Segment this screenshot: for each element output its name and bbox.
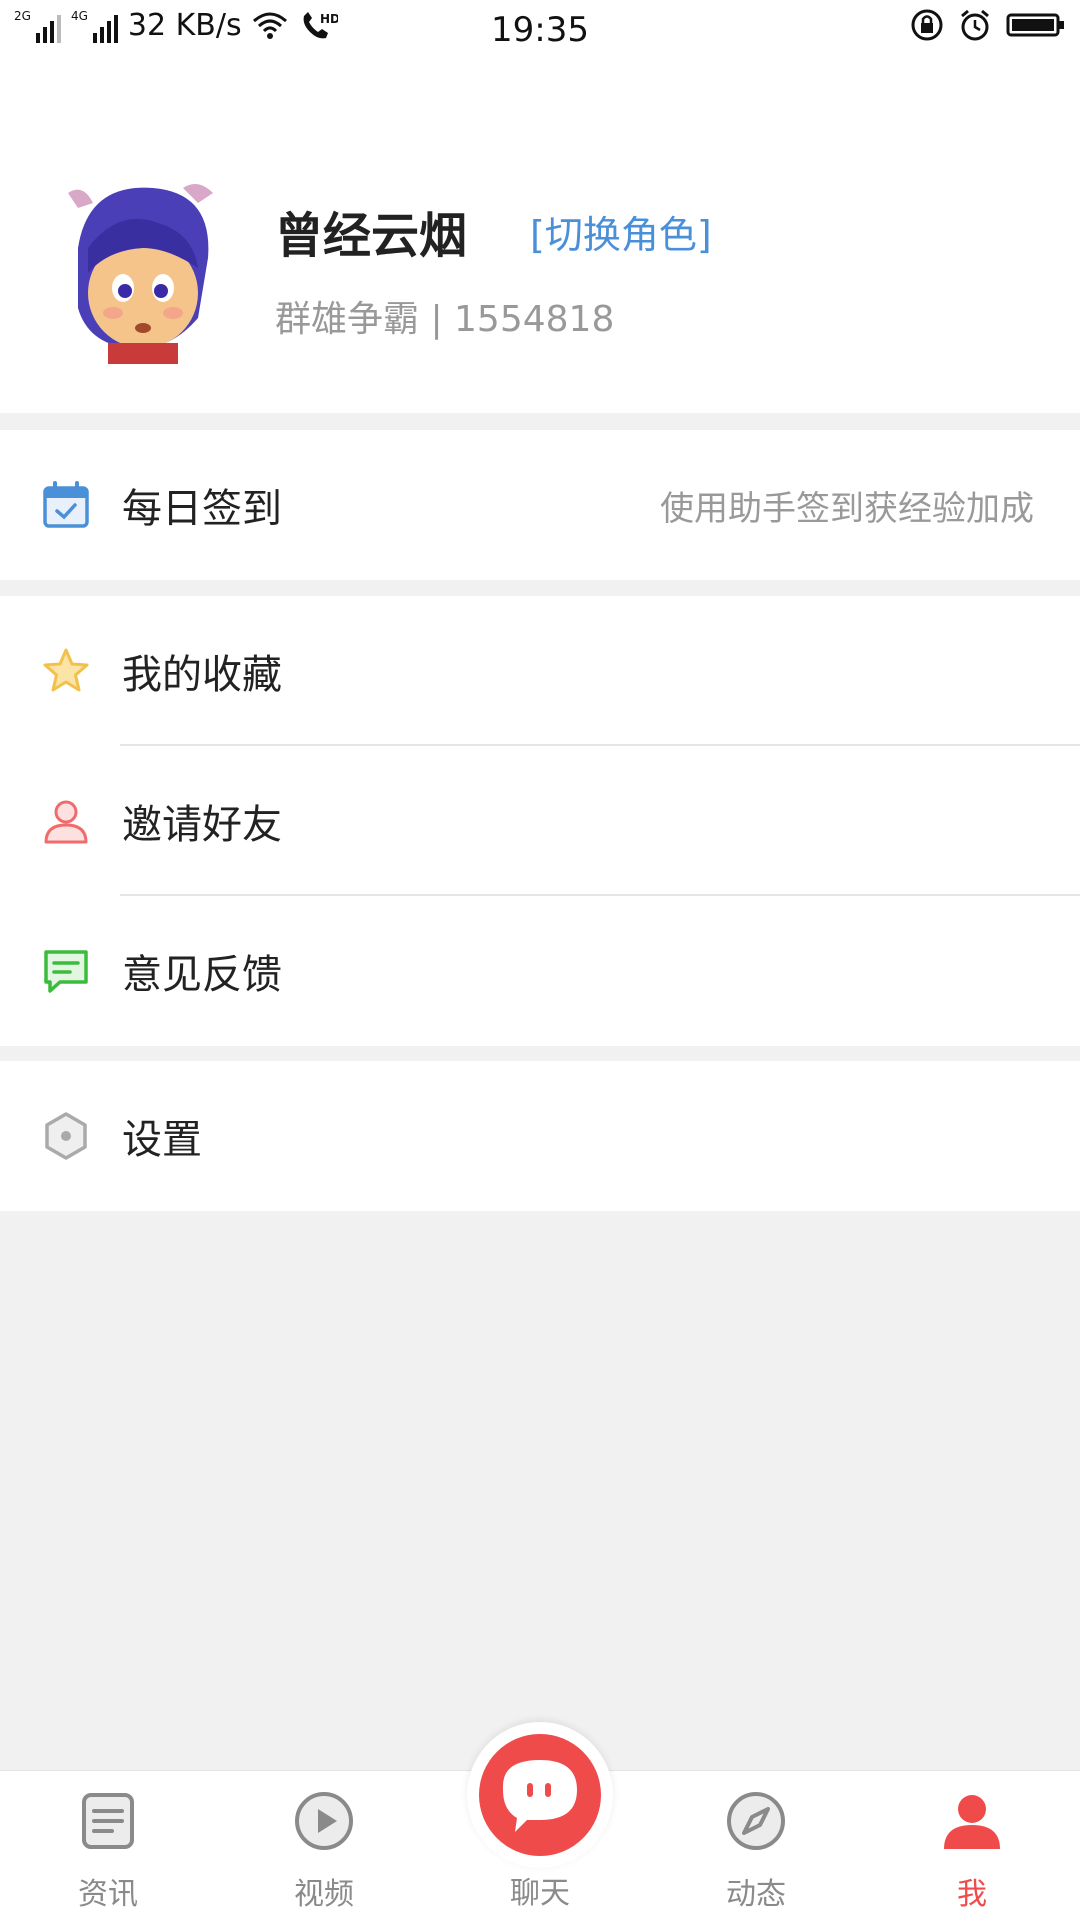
checkin-section: 每日签到 使用助手签到获经验加成 [0, 430, 1080, 580]
settings-hexagon-icon [45, 1112, 87, 1160]
invite-friends-row[interactable]: 邀请好友 [0, 746, 1080, 896]
settings-label: 设置 [122, 1117, 202, 1163]
chat-button[interactable] [467, 1722, 613, 1868]
tab-chat-label: 聊天 [510, 1876, 570, 1911]
profile-header: 曾经云烟 [切换角色] 群雄争霸 | 1554818 [0, 58, 1080, 413]
tab-news[interactable]: 资讯 [0, 1771, 216, 1921]
tab-me-label: 我 [957, 1877, 987, 1912]
favorites-label: 我的收藏 [122, 652, 282, 698]
news-document-icon [82, 1793, 134, 1849]
calendar-check-icon [43, 481, 89, 528]
settings-row[interactable]: 设置 [0, 1061, 1080, 1211]
daily-checkin-label: 每日签到 [122, 486, 282, 532]
daily-checkin-hint: 使用助手签到获经验加成 [660, 488, 1034, 529]
star-icon [43, 648, 89, 692]
compass-icon [727, 1792, 785, 1850]
tab-video-label: 视频 [294, 1877, 354, 1912]
rotation-lock-icon [911, 9, 943, 41]
switch-role-link[interactable]: [切换角色] [530, 204, 712, 259]
person-icon [44, 800, 88, 844]
battery-icon [1006, 13, 1064, 37]
tab-me[interactable]: 我 [864, 1771, 1080, 1921]
status-right [910, 8, 1066, 42]
feedback-label: 意见反馈 [122, 952, 282, 998]
invite-friends-label: 邀请好友 [122, 802, 282, 848]
user-profile-icon [944, 1795, 1000, 1849]
chat-bubble-icon [503, 1760, 577, 1832]
daily-checkin-row[interactable]: 每日签到 使用助手签到获经验加成 [0, 430, 1080, 580]
settings-section: 设置 [0, 1061, 1080, 1211]
feedback-message-icon [44, 950, 88, 993]
server-and-id: 群雄争霸 | 1554818 [275, 299, 615, 340]
tab-moments-label: 动态 [726, 1877, 786, 1912]
tab-moments[interactable]: 动态 [648, 1771, 864, 1921]
favorites-row[interactable]: 我的收藏 [0, 596, 1080, 746]
feedback-row[interactable]: 意见反馈 [0, 896, 1080, 1046]
alarm-icon [961, 9, 989, 41]
actions-section: 我的收藏 邀请好友 意见反馈 [0, 596, 1080, 1046]
avatar-image-icon [48, 178, 234, 364]
chat-button-inner [479, 1734, 601, 1856]
tab-video[interactable]: 视频 [216, 1771, 432, 1921]
tab-news-label: 资讯 [78, 1877, 138, 1912]
user-name: 曾经云烟 [275, 208, 468, 264]
avatar[interactable] [48, 178, 234, 364]
play-circle-icon [295, 1792, 353, 1850]
status-bar: 2G 4G 32 KB/s HD 19:35 [0, 0, 1080, 58]
